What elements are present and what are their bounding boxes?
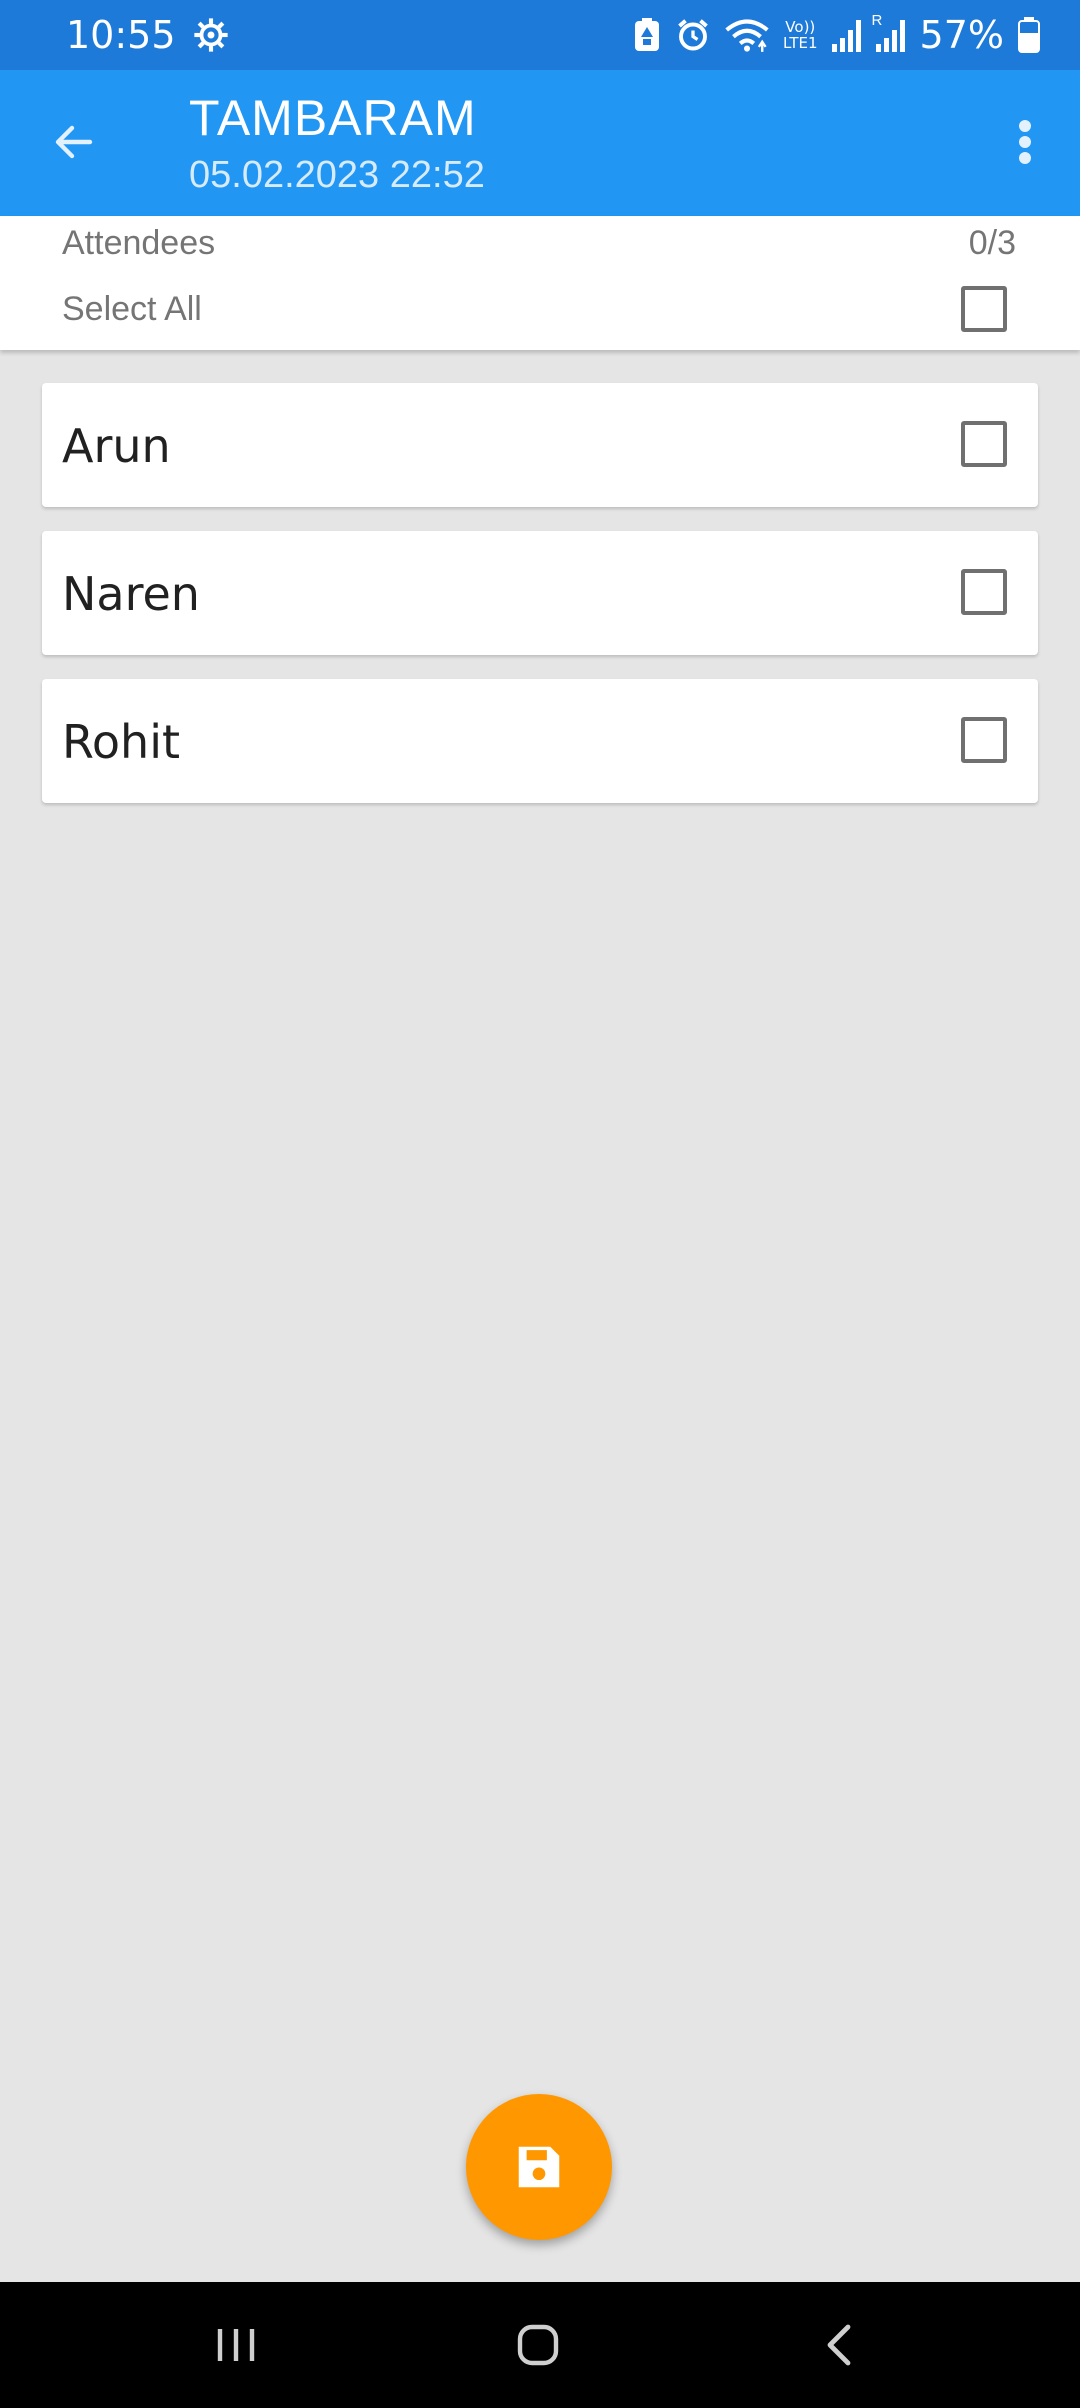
attendee-row[interactable]: Arun bbox=[42, 383, 1038, 507]
save-icon bbox=[518, 2146, 560, 2188]
nav-back-button[interactable] bbox=[800, 2310, 880, 2380]
app-bar: TAMBARAM 05.02.2023 22:52 bbox=[0, 70, 1080, 216]
page-subtitle: 05.02.2023 22:52 bbox=[189, 154, 485, 196]
page-title: TAMBARAM bbox=[189, 90, 477, 146]
select-all-checkbox[interactable] bbox=[961, 286, 1007, 332]
status-right: Vo)) LTE1 R 57% bbox=[633, 0, 1040, 70]
battery-icon bbox=[1018, 17, 1040, 53]
attendee-checkbox[interactable] bbox=[961, 421, 1007, 467]
attendees-label: Attendees bbox=[62, 224, 216, 262]
attendee-checkbox[interactable] bbox=[961, 717, 1007, 763]
home-button[interactable] bbox=[498, 2310, 578, 2380]
attendee-checkbox[interactable] bbox=[961, 569, 1007, 615]
home-icon bbox=[517, 2324, 559, 2366]
select-all-label: Select All bbox=[62, 290, 202, 328]
attendee-row[interactable]: Naren bbox=[42, 531, 1038, 655]
attendees-header: Attendees 0/3 Select All bbox=[0, 216, 1080, 350]
attendee-row[interactable]: Rohit bbox=[42, 679, 1038, 803]
volte-lte-icon: Vo)) LTE1 bbox=[783, 19, 817, 51]
recent-apps-icon bbox=[217, 2329, 255, 2361]
save-fab-button[interactable] bbox=[466, 2094, 612, 2240]
signal-icon bbox=[831, 18, 862, 52]
battery-percent: 57% bbox=[919, 13, 1004, 57]
roaming-label: R bbox=[871, 12, 883, 29]
system-nav-bar bbox=[0, 2282, 1080, 2408]
more-options-button[interactable] bbox=[1000, 110, 1050, 174]
more-vertical-icon bbox=[1019, 120, 1031, 164]
attendee-name: Naren bbox=[62, 567, 200, 621]
alarm-icon bbox=[675, 17, 711, 53]
roaming-signal-icon: R bbox=[872, 12, 906, 52]
nav-back-icon bbox=[827, 2324, 851, 2366]
title-block: TAMBARAM 05.02.2023 22:52 bbox=[189, 88, 485, 200]
network-label-bottom: LTE1 bbox=[783, 34, 818, 52]
status-left: 10:55 bbox=[66, 0, 230, 70]
screen: 10:55 Vo)) LTE1 R 57% TAMBARAM 05.02.202… bbox=[0, 0, 1080, 2408]
attendee-name: Rohit bbox=[62, 715, 181, 769]
status-time: 10:55 bbox=[66, 13, 176, 57]
status-bar: 10:55 Vo)) LTE1 R 57% bbox=[0, 0, 1080, 70]
attendees-count: 0/3 bbox=[968, 224, 1016, 262]
network-label-top: Vo)) bbox=[785, 18, 816, 36]
attendee-name: Arun bbox=[62, 419, 171, 473]
back-button[interactable] bbox=[44, 112, 104, 172]
wifi-icon bbox=[725, 17, 769, 53]
battery-saver-icon bbox=[633, 17, 661, 53]
recent-apps-button[interactable] bbox=[196, 2310, 276, 2380]
arrow-left-icon bbox=[55, 125, 93, 159]
settings-gear-icon bbox=[192, 16, 230, 54]
